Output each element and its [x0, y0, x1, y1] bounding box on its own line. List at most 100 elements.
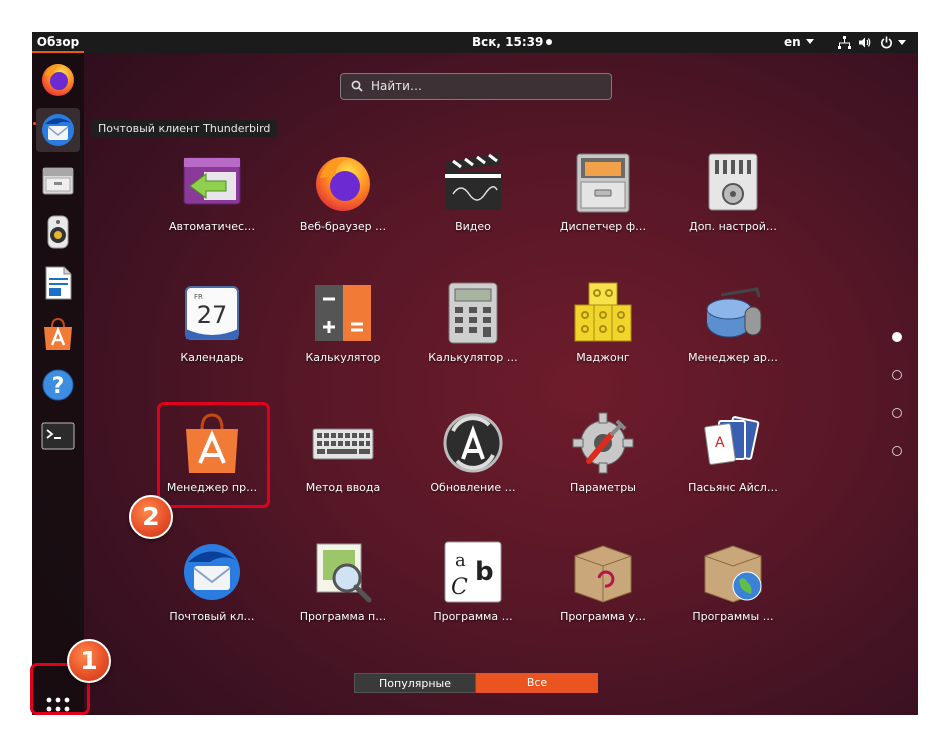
- step-badge-2: 2: [129, 495, 173, 539]
- system-menu-chevron-icon[interactable]: [898, 40, 906, 45]
- chevron-down-icon: [805, 39, 814, 44]
- activities-button[interactable]: Обзор: [32, 32, 84, 53]
- search-icon: [351, 80, 363, 92]
- clock[interactable]: Вск, 15:39: [472, 32, 553, 53]
- app-label: Калькулятор …: [428, 351, 518, 364]
- app-label: Почтовый кл…: [169, 610, 255, 623]
- app-tile-video[interactable]: Видео: [408, 150, 538, 250]
- svg-text:A: A: [715, 435, 725, 451]
- notification-dot: [546, 39, 553, 45]
- app-tile-calendar[interactable]: FR 27 Календарь: [147, 281, 277, 381]
- terminal-icon: [41, 422, 75, 450]
- app-tile-package-installer[interactable]: Программа у…: [538, 540, 668, 640]
- app-label: Программа …: [433, 610, 513, 623]
- app-tile-tweaks[interactable]: Доп. настрой…: [668, 150, 798, 250]
- svg-text:27: 27: [197, 301, 228, 329]
- app-tile-software-sources[interactable]: Программы …: [668, 540, 798, 640]
- top-bar: Обзор Вск, 15:39 en: [32, 32, 918, 53]
- software-update-icon: [443, 413, 503, 473]
- tab-all[interactable]: Все: [476, 673, 598, 693]
- svg-text:a: a: [455, 550, 466, 571]
- search-input[interactable]: Найти…: [340, 73, 612, 100]
- tab-popular[interactable]: Популярные: [354, 673, 476, 693]
- dock-thunderbird[interactable]: [36, 108, 80, 152]
- package-installer-icon: [574, 545, 632, 603]
- step-badge-1: 1: [67, 639, 111, 683]
- svg-text:?: ?: [52, 374, 65, 399]
- thunderbird-icon: [42, 114, 74, 146]
- firefox-icon: [42, 64, 74, 96]
- app-label: Видео: [455, 220, 491, 233]
- app-tile-file-manager[interactable]: Диспетчер ф…: [538, 150, 668, 250]
- app-label: Доп. настрой…: [689, 220, 777, 233]
- dock-firefox[interactable]: [36, 57, 80, 101]
- tweaks-icon: [708, 153, 758, 211]
- svg-text:FR: FR: [194, 293, 203, 301]
- dock-terminal[interactable]: [36, 414, 80, 458]
- app-label: Программа у…: [560, 610, 646, 623]
- rhythmbox-icon: [47, 215, 69, 249]
- libreoffice-writer-icon: [45, 266, 72, 300]
- font-viewer-icon: a C b: [444, 541, 502, 603]
- app-label: Обновление …: [430, 481, 516, 494]
- page-indicator-2[interactable]: [892, 370, 902, 380]
- app-tile-image-viewer[interactable]: Программа п…: [278, 540, 408, 640]
- software-sources-icon: [704, 545, 762, 603]
- language-indicator[interactable]: en: [784, 32, 814, 53]
- app-tile-thunderbird[interactable]: Почтовый кл…: [147, 540, 277, 640]
- app-tile-software-update[interactable]: Обновление …: [408, 411, 538, 511]
- thunderbird-icon: [184, 544, 240, 600]
- app-tile-mahjong[interactable]: Маджонг: [538, 281, 668, 381]
- archive-manager-icon: [706, 287, 762, 338]
- page-indicator-3[interactable]: [892, 408, 902, 418]
- network-icon[interactable]: [838, 36, 851, 49]
- calculator-icon: [315, 285, 371, 341]
- app-tile-startup[interactable]: Автоматичес…: [147, 150, 277, 250]
- search-placeholder: Найти…: [371, 79, 422, 93]
- file-manager-icon: [42, 167, 74, 195]
- dock-rhythmbox[interactable]: [36, 210, 80, 254]
- app-label: Программы …: [692, 610, 774, 623]
- app-label: Диспетчер ф…: [559, 220, 647, 233]
- file-cabinet-icon: [576, 153, 630, 213]
- dock-files[interactable]: [36, 159, 80, 203]
- app-label: Автоматичес…: [168, 220, 256, 233]
- keyboard-icon: [312, 428, 374, 460]
- app-label: Программа п…: [299, 610, 387, 623]
- volume-icon[interactable]: [858, 36, 871, 49]
- dock-help[interactable]: ?: [36, 363, 80, 407]
- software-center-icon: [44, 317, 72, 350]
- cards-icon: A: [704, 416, 760, 465]
- app-tile-input-method[interactable]: Метод ввода: [278, 411, 408, 511]
- app-label: Пасьянс Айсл…: [688, 481, 778, 494]
- app-tile-settings[interactable]: Параметры: [538, 411, 668, 511]
- app-filter-tabs: Популярные Все: [354, 673, 598, 693]
- app-tile-solitaire[interactable]: A Пасьянс Айсл…: [668, 411, 798, 511]
- svg-text:b: b: [475, 557, 494, 587]
- app-label: Метод ввода: [305, 481, 381, 494]
- power-icon[interactable]: [880, 36, 893, 49]
- page-indicator-4[interactable]: [892, 446, 902, 456]
- app-label: Менеджер ар…: [688, 351, 778, 364]
- svg-text:C: C: [451, 575, 468, 600]
- app-tile-firefox[interactable]: Веб-браузер …: [278, 150, 408, 250]
- dock-software[interactable]: [36, 312, 80, 356]
- calendar-icon: FR 27: [185, 286, 239, 340]
- app-label: Календарь: [180, 351, 244, 364]
- app-tile-archive-manager[interactable]: Менеджер ар…: [668, 281, 798, 381]
- app-tile-font-viewer[interactable]: a C b Программа …: [408, 540, 538, 640]
- startup-apps-icon: [183, 157, 241, 205]
- clock-label: Вск, 15:39: [472, 35, 544, 49]
- dock-tooltip: Почтовый клиент Thunderbird: [91, 120, 278, 137]
- page-indicator-1[interactable]: [892, 332, 902, 342]
- image-viewer-icon: [316, 543, 372, 603]
- settings-icon: [572, 412, 634, 474]
- dock-writer[interactable]: [36, 261, 80, 305]
- app-tile-calculator[interactable]: Калькулятор: [278, 281, 408, 381]
- highlight-software-center: [157, 402, 270, 508]
- help-icon: ?: [42, 369, 74, 401]
- dock: ?: [32, 53, 84, 715]
- app-label: Параметры: [570, 481, 636, 494]
- app-tile-calculator-legacy[interactable]: Калькулятор …: [408, 281, 538, 381]
- calculator-legacy-icon: [448, 282, 498, 344]
